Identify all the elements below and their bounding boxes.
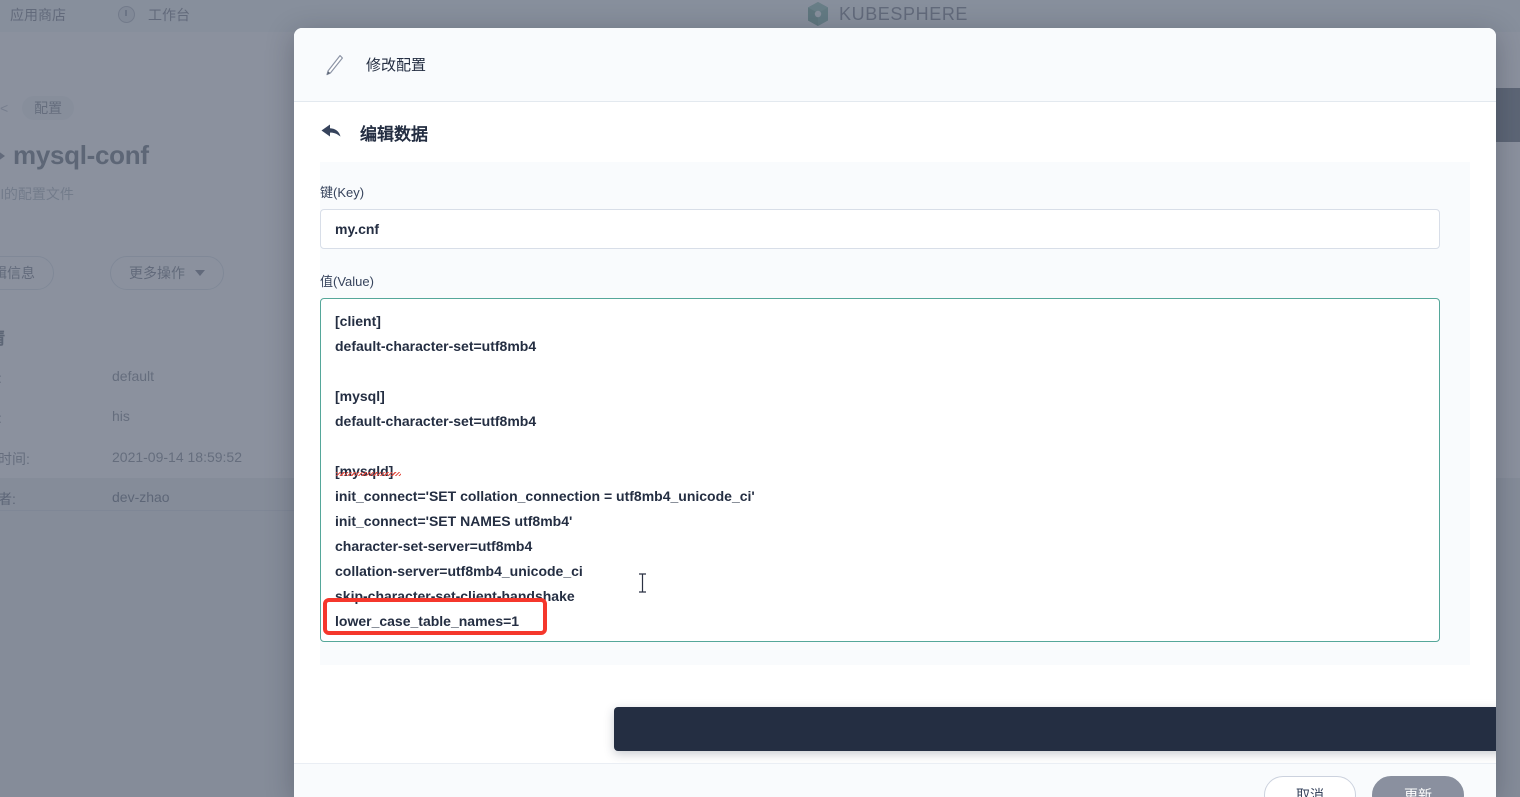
pencil-icon: [324, 54, 344, 76]
update-button[interactable]: 更新: [1372, 775, 1464, 797]
modal-title: 修改配置: [366, 57, 427, 74]
value-textarea[interactable]: [client] default-character-set=utf8mb4 […: [320, 298, 1440, 642]
key-label: 键(Key): [320, 185, 365, 200]
data-item-action-bar: [614, 707, 1496, 751]
edit-data-form: 键(Key) 值(Value) [client] default-charact…: [320, 162, 1470, 665]
text-cursor-icon: [638, 573, 647, 593]
modal-header: 修改配置: [294, 28, 1496, 102]
modal-subheader: 编辑数据: [294, 102, 1496, 162]
subheader-title: 编辑数据: [360, 124, 428, 144]
value-field-wrapper: [client] default-character-set=utf8mb4 […: [320, 298, 1440, 647]
cancel-button[interactable]: 取消: [1264, 775, 1356, 797]
edit-config-modal: 修改配置 编辑数据 键(Key) 值(Value) [client] defau…: [294, 28, 1496, 797]
modal-footer: 取消 更新: [294, 763, 1496, 797]
back-arrow-icon[interactable]: [320, 123, 342, 141]
value-label: 值(Value): [320, 274, 374, 289]
spellcheck-underline: [336, 472, 401, 476]
key-input[interactable]: [320, 209, 1440, 249]
